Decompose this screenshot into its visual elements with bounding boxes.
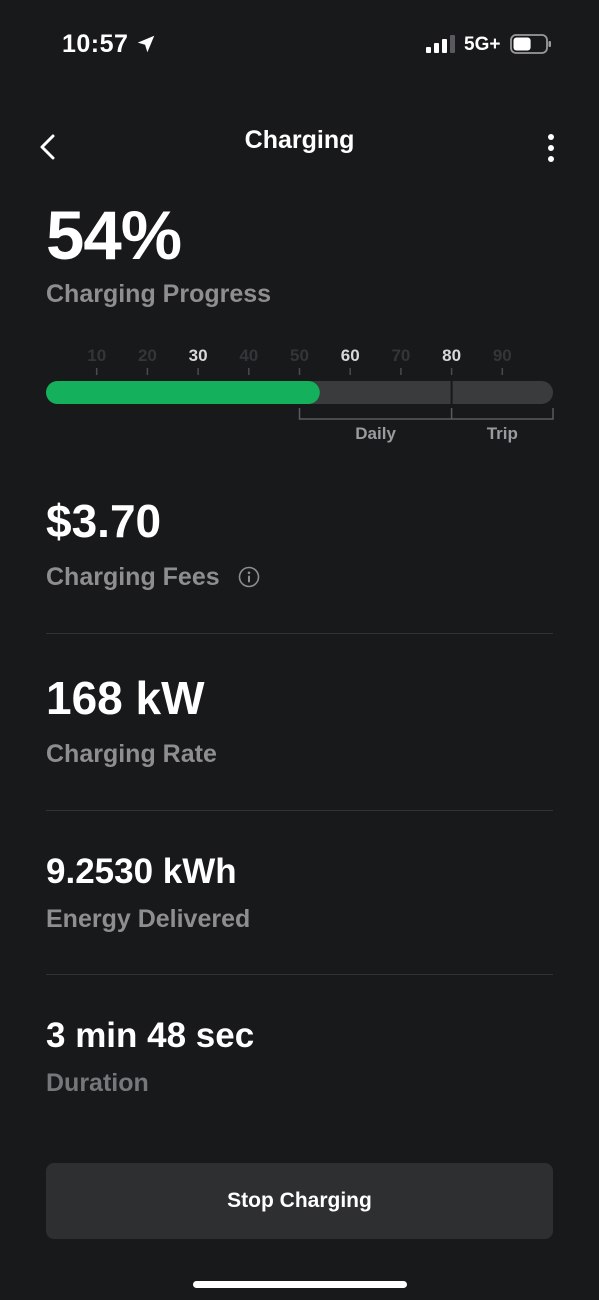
charging-rate-label: Charging Rate [46, 740, 217, 768]
divider [46, 633, 553, 634]
status-bar: 10:57 5G+ [0, 0, 599, 90]
tick-label-10: 10 [87, 346, 106, 365]
tick-label-60: 60 [341, 346, 360, 365]
tick-label-80: 80 [442, 346, 461, 365]
charging-fees-label: Charging Fees [46, 563, 220, 591]
signal-strength-icon [426, 35, 455, 53]
energy-delivered-label: Energy Delivered [46, 905, 251, 933]
charge-limit-scale[interactable]: 10 20 30 40 50 60 70 80 90 Daily Trip [0, 340, 599, 450]
tick-label-90: 90 [493, 346, 512, 365]
daily-range-label: Daily [355, 424, 396, 443]
tick-label-40: 40 [239, 346, 258, 365]
divider [46, 974, 553, 975]
progress-fill [46, 381, 320, 404]
trip-range-label: Trip [487, 424, 518, 443]
tick-label-20: 20 [138, 346, 157, 365]
stop-charging-button[interactable]: Stop Charging [46, 1163, 553, 1239]
tick-label-70: 70 [391, 346, 410, 365]
info-icon[interactable] [238, 566, 260, 588]
page-title: Charging [244, 126, 355, 154]
charging-progress-label: Charging Progress [46, 280, 272, 308]
battery-icon [510, 34, 551, 54]
more-vertical-icon [548, 134, 554, 162]
charge-percent: 54% [46, 197, 182, 274]
range-bracket-line [298, 408, 554, 420]
tick-label-50: 50 [290, 346, 309, 365]
duration-value: 3 min 48 sec [46, 1016, 255, 1055]
home-indicator [193, 1281, 407, 1288]
divider [46, 810, 553, 811]
energy-delivered-value: 9.2530 kWh [46, 852, 237, 891]
charging-screen: 10:57 5G+ Charging 54% Charging Progress [0, 0, 599, 1300]
location-arrow-icon [137, 35, 155, 53]
charging-fees-value: $3.70 [46, 495, 162, 547]
range-bracket [298, 408, 554, 420]
tick-marks: 10 20 30 40 50 60 70 80 90 [87, 346, 512, 375]
status-time: 10:57 [62, 30, 129, 58]
network-type: 5G+ [464, 34, 501, 55]
more-options-button[interactable] [536, 130, 566, 166]
charging-rate-value: 168 kW [46, 672, 205, 724]
duration-label: Duration [46, 1069, 149, 1097]
tick-label-30: 30 [189, 346, 208, 365]
